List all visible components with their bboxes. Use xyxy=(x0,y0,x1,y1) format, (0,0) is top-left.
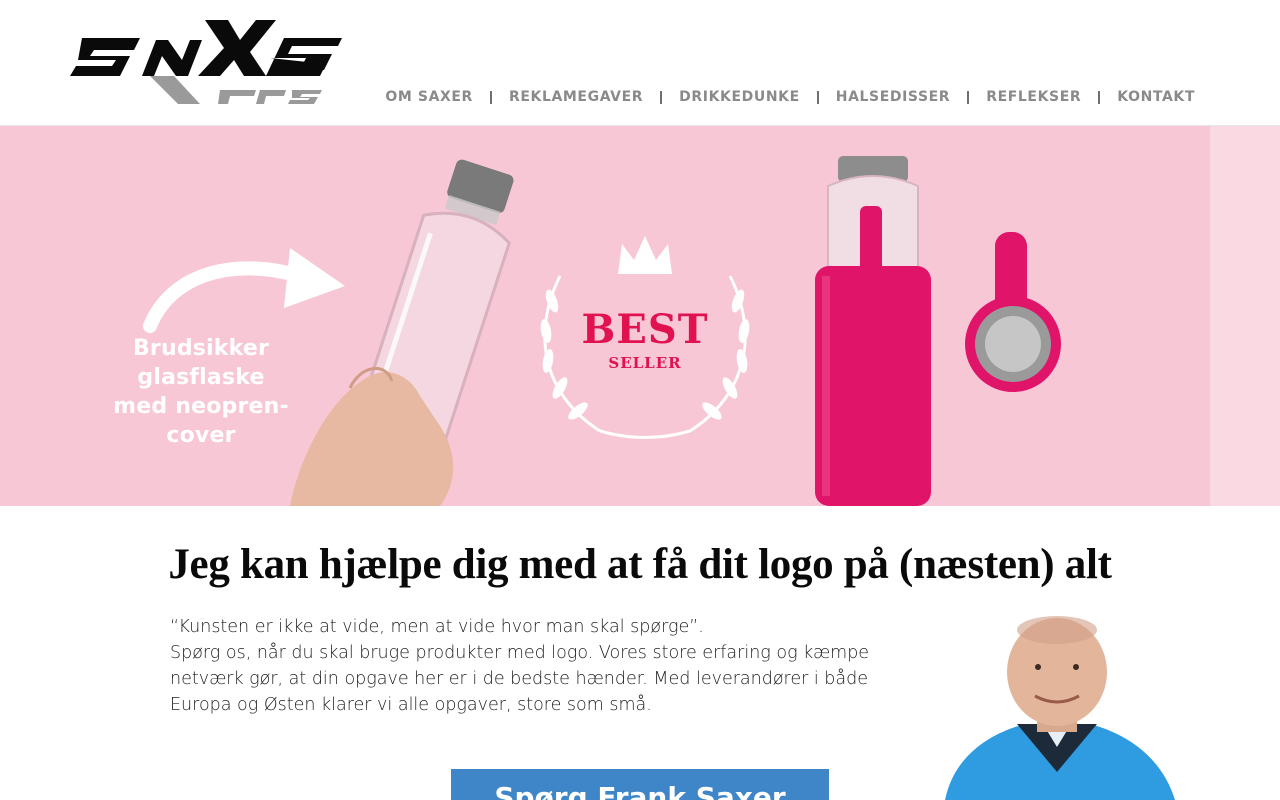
hero-caption: Brudsikker glasflaske med neopren- cover xyxy=(96,334,306,450)
neoprene-bottle-icon xyxy=(815,156,931,506)
intro-body: Spørg os, når du skal bruge produkter me… xyxy=(170,643,870,715)
hero-banner[interactable]: Brudsikker glasflaske med neopren- cover… xyxy=(0,126,1280,506)
hero-caption-line: Brudsikker xyxy=(132,336,270,361)
nav-divider xyxy=(489,90,492,104)
nav-divider xyxy=(1098,90,1101,104)
saxer-logo[interactable] xyxy=(70,18,342,106)
nav-item-drikkedunke[interactable]: DRIKKEDUNKE xyxy=(679,89,800,105)
nav-divider xyxy=(967,90,970,104)
hero-caption-line: med neopren- xyxy=(113,394,289,419)
nav-item-halsedisser[interactable]: HALSEDISSER xyxy=(836,89,950,105)
contact-frank-button[interactable]: Spørg Frank Saxer xyxy=(451,769,829,800)
main-nav: OM SAXER REKLAMEGAVER DRIKKEDUNKE HALSED… xyxy=(385,86,1195,108)
hero-caption-line: cover xyxy=(166,423,236,448)
nav-divider xyxy=(660,90,663,104)
site-header: OM SAXER REKLAMEGAVER DRIKKEDUNKE HALSED… xyxy=(0,0,1280,126)
intro-quote: “Kunsten er ikke at vide, men at vide hv… xyxy=(170,617,704,637)
hero-caption-line: glasflaske xyxy=(137,365,265,390)
nav-item-kontakt[interactable]: KONTAKT xyxy=(1117,89,1195,105)
nav-item-reflekser[interactable]: REFLEKSER xyxy=(986,89,1081,105)
nav-item-om-saxer[interactable]: OM SAXER xyxy=(385,89,473,105)
badge-title: BEST xyxy=(581,306,709,353)
nav-divider xyxy=(816,90,819,104)
nav-item-reklamegaver[interactable]: REKLAMEGAVER xyxy=(509,89,643,105)
intro-text: “Kunsten er ikke at vide, men at vide hv… xyxy=(170,614,870,718)
badge-subtitle: SELLER xyxy=(608,354,682,372)
page-headline: Jeg kan hjælpe dig med at få dit logo på… xyxy=(168,541,1112,588)
portrait-photo xyxy=(945,616,1175,800)
bottle-cap-icon xyxy=(965,232,1061,392)
